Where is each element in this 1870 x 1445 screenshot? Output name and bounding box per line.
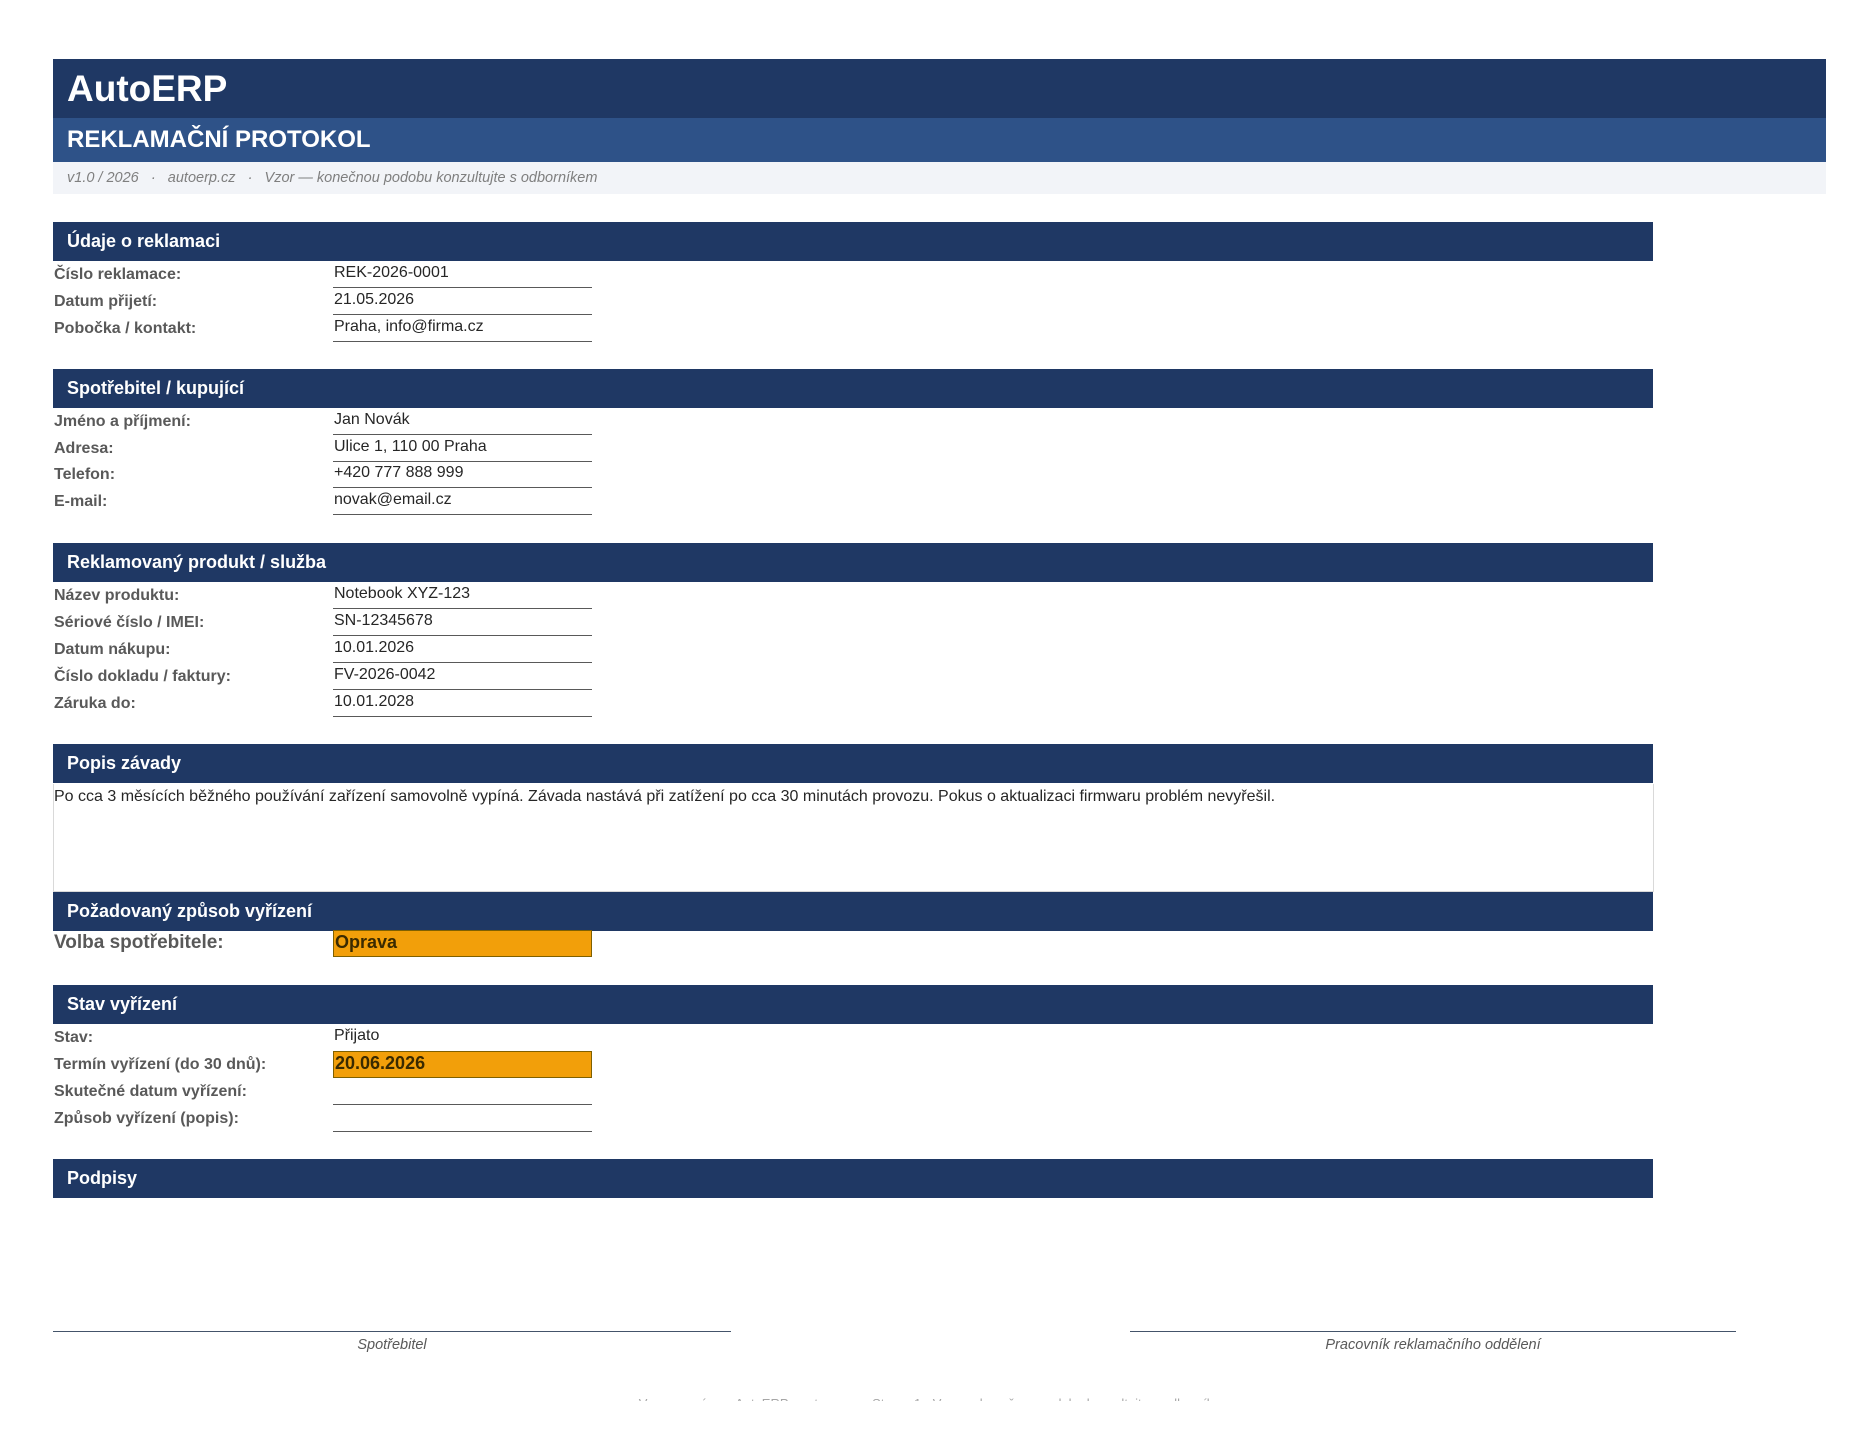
staff-signature-caption: Pracovník reklamačního oddělení	[1325, 1337, 1541, 1353]
field-value-invoice-number[interactable]: FV-2026-0042	[333, 664, 592, 690]
staff-signature-line[interactable]	[1130, 1331, 1736, 1332]
consumer-signature-line[interactable]	[53, 1331, 731, 1332]
field-label-email: E-mail:	[54, 493, 108, 510]
field-label-warranty-until: Záruka do:	[54, 695, 136, 712]
defect-description-text: Po cca 3 měsících běžného používání zaří…	[54, 788, 1276, 805]
field-value-branch-contact[interactable]: Praha, info@firma.cz	[333, 316, 592, 342]
field-label-branch-contact: Pobočka / kontakt:	[54, 320, 197, 337]
section-header-defect: Popis závady	[53, 744, 1653, 783]
consumer-signature-caption: Spotřebitel	[357, 1337, 427, 1353]
field-value-purchase-date[interactable]: 10.01.2026	[333, 637, 592, 663]
meta-version: v1.0 / 2026	[67, 170, 139, 186]
section-title: Spotřebitel / kupující	[67, 378, 245, 398]
app-title: AutoERP	[67, 68, 228, 109]
field-value-serial-number[interactable]: SN-12345678	[333, 610, 592, 636]
field-label-deadline: Termín vyřízení (do 30 dnů):	[54, 1056, 267, 1073]
field-label-actual-resolution-date: Skutečné datum vyřízení:	[54, 1083, 247, 1100]
field-value-phone[interactable]: +420 777 888 999	[333, 462, 592, 488]
field-value-received-date[interactable]: 21.05.2026	[333, 289, 592, 315]
field-value-email[interactable]: novak@email.cz	[333, 489, 592, 515]
field-value-warranty-until[interactable]: 10.01.2028	[333, 691, 592, 717]
section-header-resolution-request: Požadovaný způsob vyřízení	[53, 892, 1653, 931]
meta-site: autoerp.cz	[167, 170, 236, 186]
field-label-invoice-number: Číslo dokladu / faktury:	[54, 668, 231, 685]
section-header-consumer: Spotřebitel / kupující	[53, 369, 1653, 408]
field-label-resolution-method: Způsob vyřízení (popis):	[54, 1110, 239, 1127]
field-label-received-date: Datum přijetí:	[54, 293, 158, 310]
section-title: Stav vyřízení	[67, 994, 178, 1014]
title-bar	[53, 59, 1826, 118]
field-label-status: Stav:	[54, 1029, 94, 1046]
field-label-name: Jméno a příjmení:	[54, 413, 191, 430]
field-label-product-name: Název produktu:	[54, 587, 180, 604]
section-title: Popis závady	[67, 753, 182, 773]
field-value-status[interactable]: Přijato	[333, 1025, 592, 1051]
section-header-status: Stav vyřízení	[53, 985, 1653, 1024]
section-header-signatures: Podpisy	[53, 1159, 1653, 1198]
field-label-complaint-number: Číslo reklamace:	[54, 266, 182, 283]
meta-separator: ·	[247, 170, 253, 186]
field-value-deadline[interactable]: 20.06.2026	[333, 1051, 592, 1078]
meta-line: v1.0 / 2026 · autoerp.cz · Vzor — konečn…	[67, 169, 597, 187]
section-title: Podpisy	[67, 1168, 138, 1188]
section-title: Požadovaný způsob vyřízení	[67, 901, 313, 921]
field-label-purchase-date: Datum nákupu:	[54, 641, 171, 658]
meta-separator: ·	[150, 170, 156, 186]
section-title: Reklamovaný produkt / služba	[67, 552, 327, 572]
field-label-address: Adresa:	[54, 440, 114, 457]
section-header-complaint: Údaje o reklamaci	[53, 222, 1653, 261]
field-label-phone: Telefon:	[54, 466, 116, 483]
meta-note: Vzor — konečnou podobu konzultujte s odb…	[264, 170, 598, 186]
field-value-product-name[interactable]: Notebook XYZ-123	[333, 583, 592, 609]
field-value-actual-resolution-date[interactable]	[333, 1079, 592, 1105]
field-label-consumer-choice: Volba spotřebitele:	[54, 932, 224, 953]
document-title: REKLAMAČNÍ PROTOKOL	[67, 126, 371, 153]
field-value-address[interactable]: Ulice 1, 110 00 Praha	[333, 436, 592, 462]
section-header-product: Reklamovaný produkt / služba	[53, 543, 1653, 582]
section-title: Údaje o reklamaci	[67, 231, 221, 251]
field-value-consumer-choice[interactable]: Oprava	[333, 930, 592, 957]
field-value-complaint-number[interactable]: REK-2026-0001	[333, 262, 592, 288]
field-label-serial-number: Sériové číslo / IMEI:	[54, 614, 205, 631]
field-value-name[interactable]: Jan Novák	[333, 409, 592, 435]
field-value-resolution-method[interactable]	[333, 1106, 592, 1132]
page-footer: Vygenerováno v AutoERP · autoerp.cz · St…	[0, 1391, 1870, 1401]
